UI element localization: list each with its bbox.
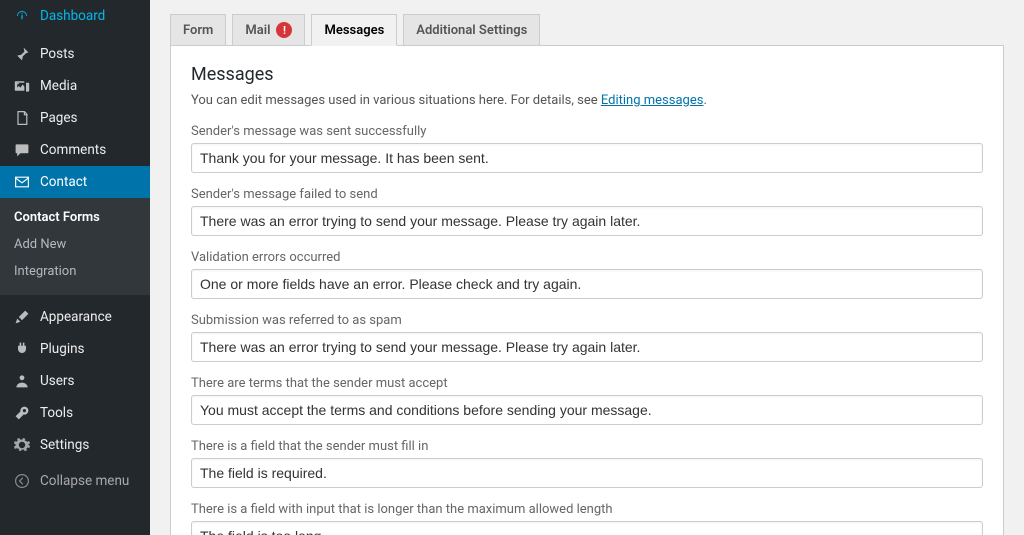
admin-sidebar: Dashboard Posts Media Pages Comments Con… — [0, 0, 150, 535]
tab-bar: Form Mail ! Messages Additional Settings — [170, 14, 1004, 46]
cog-icon — [12, 437, 32, 453]
tab-additional-settings[interactable]: Additional Settings — [403, 14, 540, 46]
sidebar-item-dashboard[interactable]: Dashboard — [0, 0, 150, 32]
field-input-validation-error[interactable] — [191, 269, 983, 299]
media-icon — [12, 78, 32, 94]
sidebar-item-posts[interactable]: Posts — [0, 38, 150, 70]
sidebar-item-appearance[interactable]: Appearance — [0, 301, 150, 333]
tab-label: Messages — [324, 23, 384, 38]
sidebar-item-label: Appearance — [40, 309, 112, 325]
sidebar-item-users[interactable]: Users — [0, 365, 150, 397]
field-sent-ng: Sender's message failed to send — [191, 187, 983, 236]
field-label: Submission was referred to as spam — [191, 313, 983, 328]
sidebar-item-label: Settings — [40, 437, 89, 453]
field-required: There is a field that the sender must fi… — [191, 439, 983, 488]
comments-icon — [12, 142, 32, 158]
sidebar-item-label: Posts — [40, 46, 74, 62]
sidebar-item-label: Dashboard — [40, 8, 105, 24]
tab-label: Form — [183, 23, 213, 38]
sidebar-item-tools[interactable]: Tools — [0, 397, 150, 429]
sidebar-item-label: Pages — [40, 110, 78, 126]
submenu-item-add-new[interactable]: Add New — [0, 231, 150, 258]
field-label: Sender's message failed to send — [191, 187, 983, 202]
panel-heading: Messages — [191, 64, 983, 85]
sidebar-item-label: Users — [40, 373, 74, 389]
field-spam: Submission was referred to as spam — [191, 313, 983, 362]
sidebar-item-collapse[interactable]: Collapse menu — [0, 465, 150, 497]
tab-form[interactable]: Form — [170, 14, 226, 46]
dashboard-icon — [12, 8, 32, 24]
sidebar-item-label: Collapse menu — [40, 473, 129, 489]
field-accept-terms: There are terms that the sender must acc… — [191, 376, 983, 425]
sidebar-item-comments[interactable]: Comments — [0, 134, 150, 166]
mail-icon — [12, 174, 32, 190]
main-content: Form Mail ! Messages Additional Settings… — [150, 0, 1024, 535]
sidebar-item-label: Tools — [40, 405, 73, 421]
field-label: Validation errors occurred — [191, 250, 983, 265]
messages-panel: Messages You can edit messages used in v… — [170, 45, 1004, 535]
field-validation-error: Validation errors occurred — [191, 250, 983, 299]
sidebar-item-media[interactable]: Media — [0, 70, 150, 102]
sidebar-item-label: Media — [40, 78, 77, 94]
wrench-icon — [12, 405, 32, 421]
field-label: There is a field that the sender must fi… — [191, 439, 983, 454]
sidebar-submenu-contact: Contact Forms Add New Integration — [0, 198, 150, 295]
field-input-accept-terms[interactable] — [191, 395, 983, 425]
alert-badge: ! — [276, 22, 292, 38]
field-input-sent-ok[interactable] — [191, 143, 983, 173]
panel-help-text: You can edit messages used in various si… — [191, 93, 983, 108]
tab-label: Mail — [245, 23, 270, 38]
sidebar-item-settings[interactable]: Settings — [0, 429, 150, 461]
sidebar-item-contact[interactable]: Contact — [0, 166, 150, 198]
collapse-icon — [12, 473, 32, 489]
submenu-item-integration[interactable]: Integration — [0, 258, 150, 285]
submenu-item-contact-forms[interactable]: Contact Forms — [0, 204, 150, 231]
field-input-required[interactable] — [191, 458, 983, 488]
field-label: Sender's message was sent successfully — [191, 124, 983, 139]
field-input-sent-ng[interactable] — [191, 206, 983, 236]
field-too-long: There is a field with input that is long… — [191, 502, 983, 535]
pages-icon — [12, 110, 32, 126]
brush-icon — [12, 309, 32, 325]
sidebar-item-plugins[interactable]: Plugins — [0, 333, 150, 365]
plug-icon — [12, 341, 32, 357]
sidebar-item-label: Contact — [40, 174, 87, 190]
sidebar-item-label: Comments — [40, 142, 106, 158]
editing-messages-link[interactable]: Editing messages — [601, 93, 704, 108]
tab-messages[interactable]: Messages — [311, 14, 397, 46]
field-label: There is a field with input that is long… — [191, 502, 983, 517]
field-sent-ok: Sender's message was sent successfully — [191, 124, 983, 173]
sidebar-item-pages[interactable]: Pages — [0, 102, 150, 134]
user-icon — [12, 373, 32, 389]
sidebar-item-label: Plugins — [40, 341, 85, 357]
field-input-too-long[interactable] — [191, 521, 983, 535]
field-label: There are terms that the sender must acc… — [191, 376, 983, 391]
pin-icon — [12, 46, 32, 62]
tab-label: Additional Settings — [416, 23, 527, 38]
field-input-spam[interactable] — [191, 332, 983, 362]
tab-mail[interactable]: Mail ! — [232, 14, 305, 46]
